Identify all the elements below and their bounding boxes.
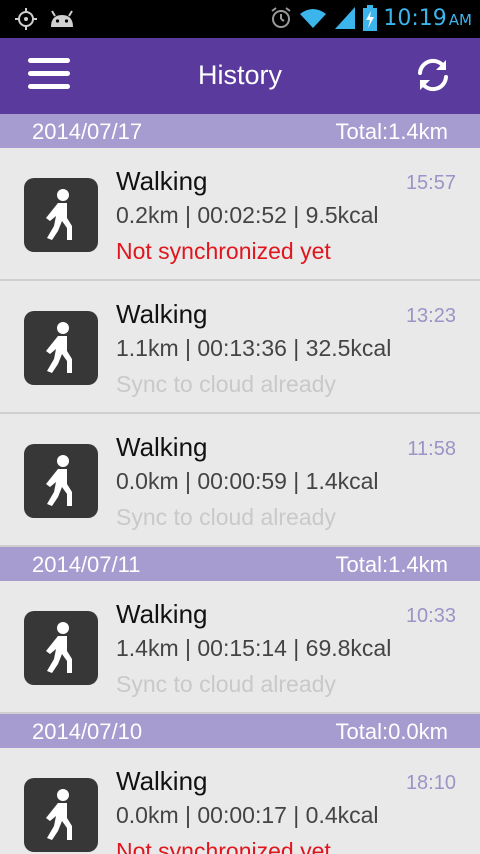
history-record[interactable]: Walking 13:23 1.1km | 00:13:36 | 32.5kca… — [0, 281, 480, 414]
activity-type: Walking — [116, 432, 208, 462]
sync-status: Sync to cloud already — [116, 671, 336, 697]
walking-icon — [24, 444, 98, 518]
day-date: 2014/07/11 — [32, 552, 141, 577]
gps-icon — [15, 8, 37, 30]
day-total: Total:0.0km — [335, 719, 449, 744]
day-header: 2014/07/17 Total:1.4km — [0, 114, 480, 148]
day-header: 2014/07/10 Total:0.0km — [0, 714, 480, 748]
record-stats: 1.4km | 00:15:14 | 69.8kcal — [116, 635, 392, 661]
day-date: 2014/07/17 — [32, 119, 143, 144]
sync-status: Not synchronized yet — [116, 238, 331, 264]
status-left-icons — [14, 7, 76, 31]
record-time: 11:58 — [407, 438, 456, 460]
signal-icon — [335, 7, 356, 29]
record-stats: 1.1km | 00:13:36 | 32.5kcal — [116, 335, 392, 361]
walking-icon — [24, 611, 98, 685]
wifi-icon — [300, 9, 327, 28]
history-record[interactable]: Walking 11:58 0.0km | 00:00:59 | 1.4kcal… — [0, 414, 480, 547]
record-time: 18:10 — [405, 772, 456, 794]
day-date: 2014/07/10 — [32, 719, 143, 744]
record-stats: 0.0km | 00:00:17 | 0.4kcal — [116, 802, 379, 828]
record-stats: 0.0km | 00:00:59 | 1.4kcal — [116, 468, 379, 494]
sync-status: Sync to cloud already — [116, 371, 336, 397]
page-title: History — [197, 60, 282, 90]
alarm-icon — [271, 7, 291, 28]
activity-type: Walking — [116, 299, 208, 329]
record-time: 13:23 — [405, 305, 456, 327]
walking-icon — [24, 778, 98, 852]
history-record[interactable]: Walking 15:57 0.2km | 00:02:52 | 9.5kcal… — [0, 148, 480, 281]
day-total: Total:1.4km — [335, 552, 449, 577]
activity-type: Walking — [116, 766, 208, 796]
activity-type: Walking — [116, 599, 208, 629]
clock-ampm: AM — [448, 10, 472, 29]
history-record[interactable]: Walking 18:10 0.0km | 00:00:17 | 0.4kcal… — [0, 748, 480, 854]
status-clock: 10:19 AM — [383, 6, 472, 31]
status-bar: 10:19 AM — [0, 0, 480, 38]
day-header: 2014/07/11 Total:1.4km — [0, 547, 480, 581]
sync-status: Sync to cloud already — [116, 504, 336, 530]
battery-charging-icon — [363, 5, 378, 31]
history-list[interactable]: 2014/07/17 Total:1.4km Walking 15:57 0.2… — [0, 114, 480, 854]
clock-time: 10:19 — [383, 5, 447, 31]
record-stats: 0.2km | 00:02:52 | 9.5kcal — [116, 202, 379, 228]
sync-status: Not synchronized yet — [116, 838, 331, 854]
refresh-sync-icon[interactable] — [414, 56, 452, 94]
activity-type: Walking — [116, 166, 208, 196]
history-record[interactable]: Walking 10:33 1.4km | 00:15:14 | 69.8kca… — [0, 581, 480, 714]
day-total: Total:1.4km — [335, 119, 449, 144]
status-right-icons: 10:19 AM — [269, 5, 472, 31]
app-bar: History — [0, 38, 480, 114]
record-time: 10:33 — [405, 605, 456, 627]
android-icon — [51, 10, 73, 27]
walking-icon — [24, 178, 98, 252]
record-time: 15:57 — [405, 172, 456, 194]
walking-icon — [24, 311, 98, 385]
